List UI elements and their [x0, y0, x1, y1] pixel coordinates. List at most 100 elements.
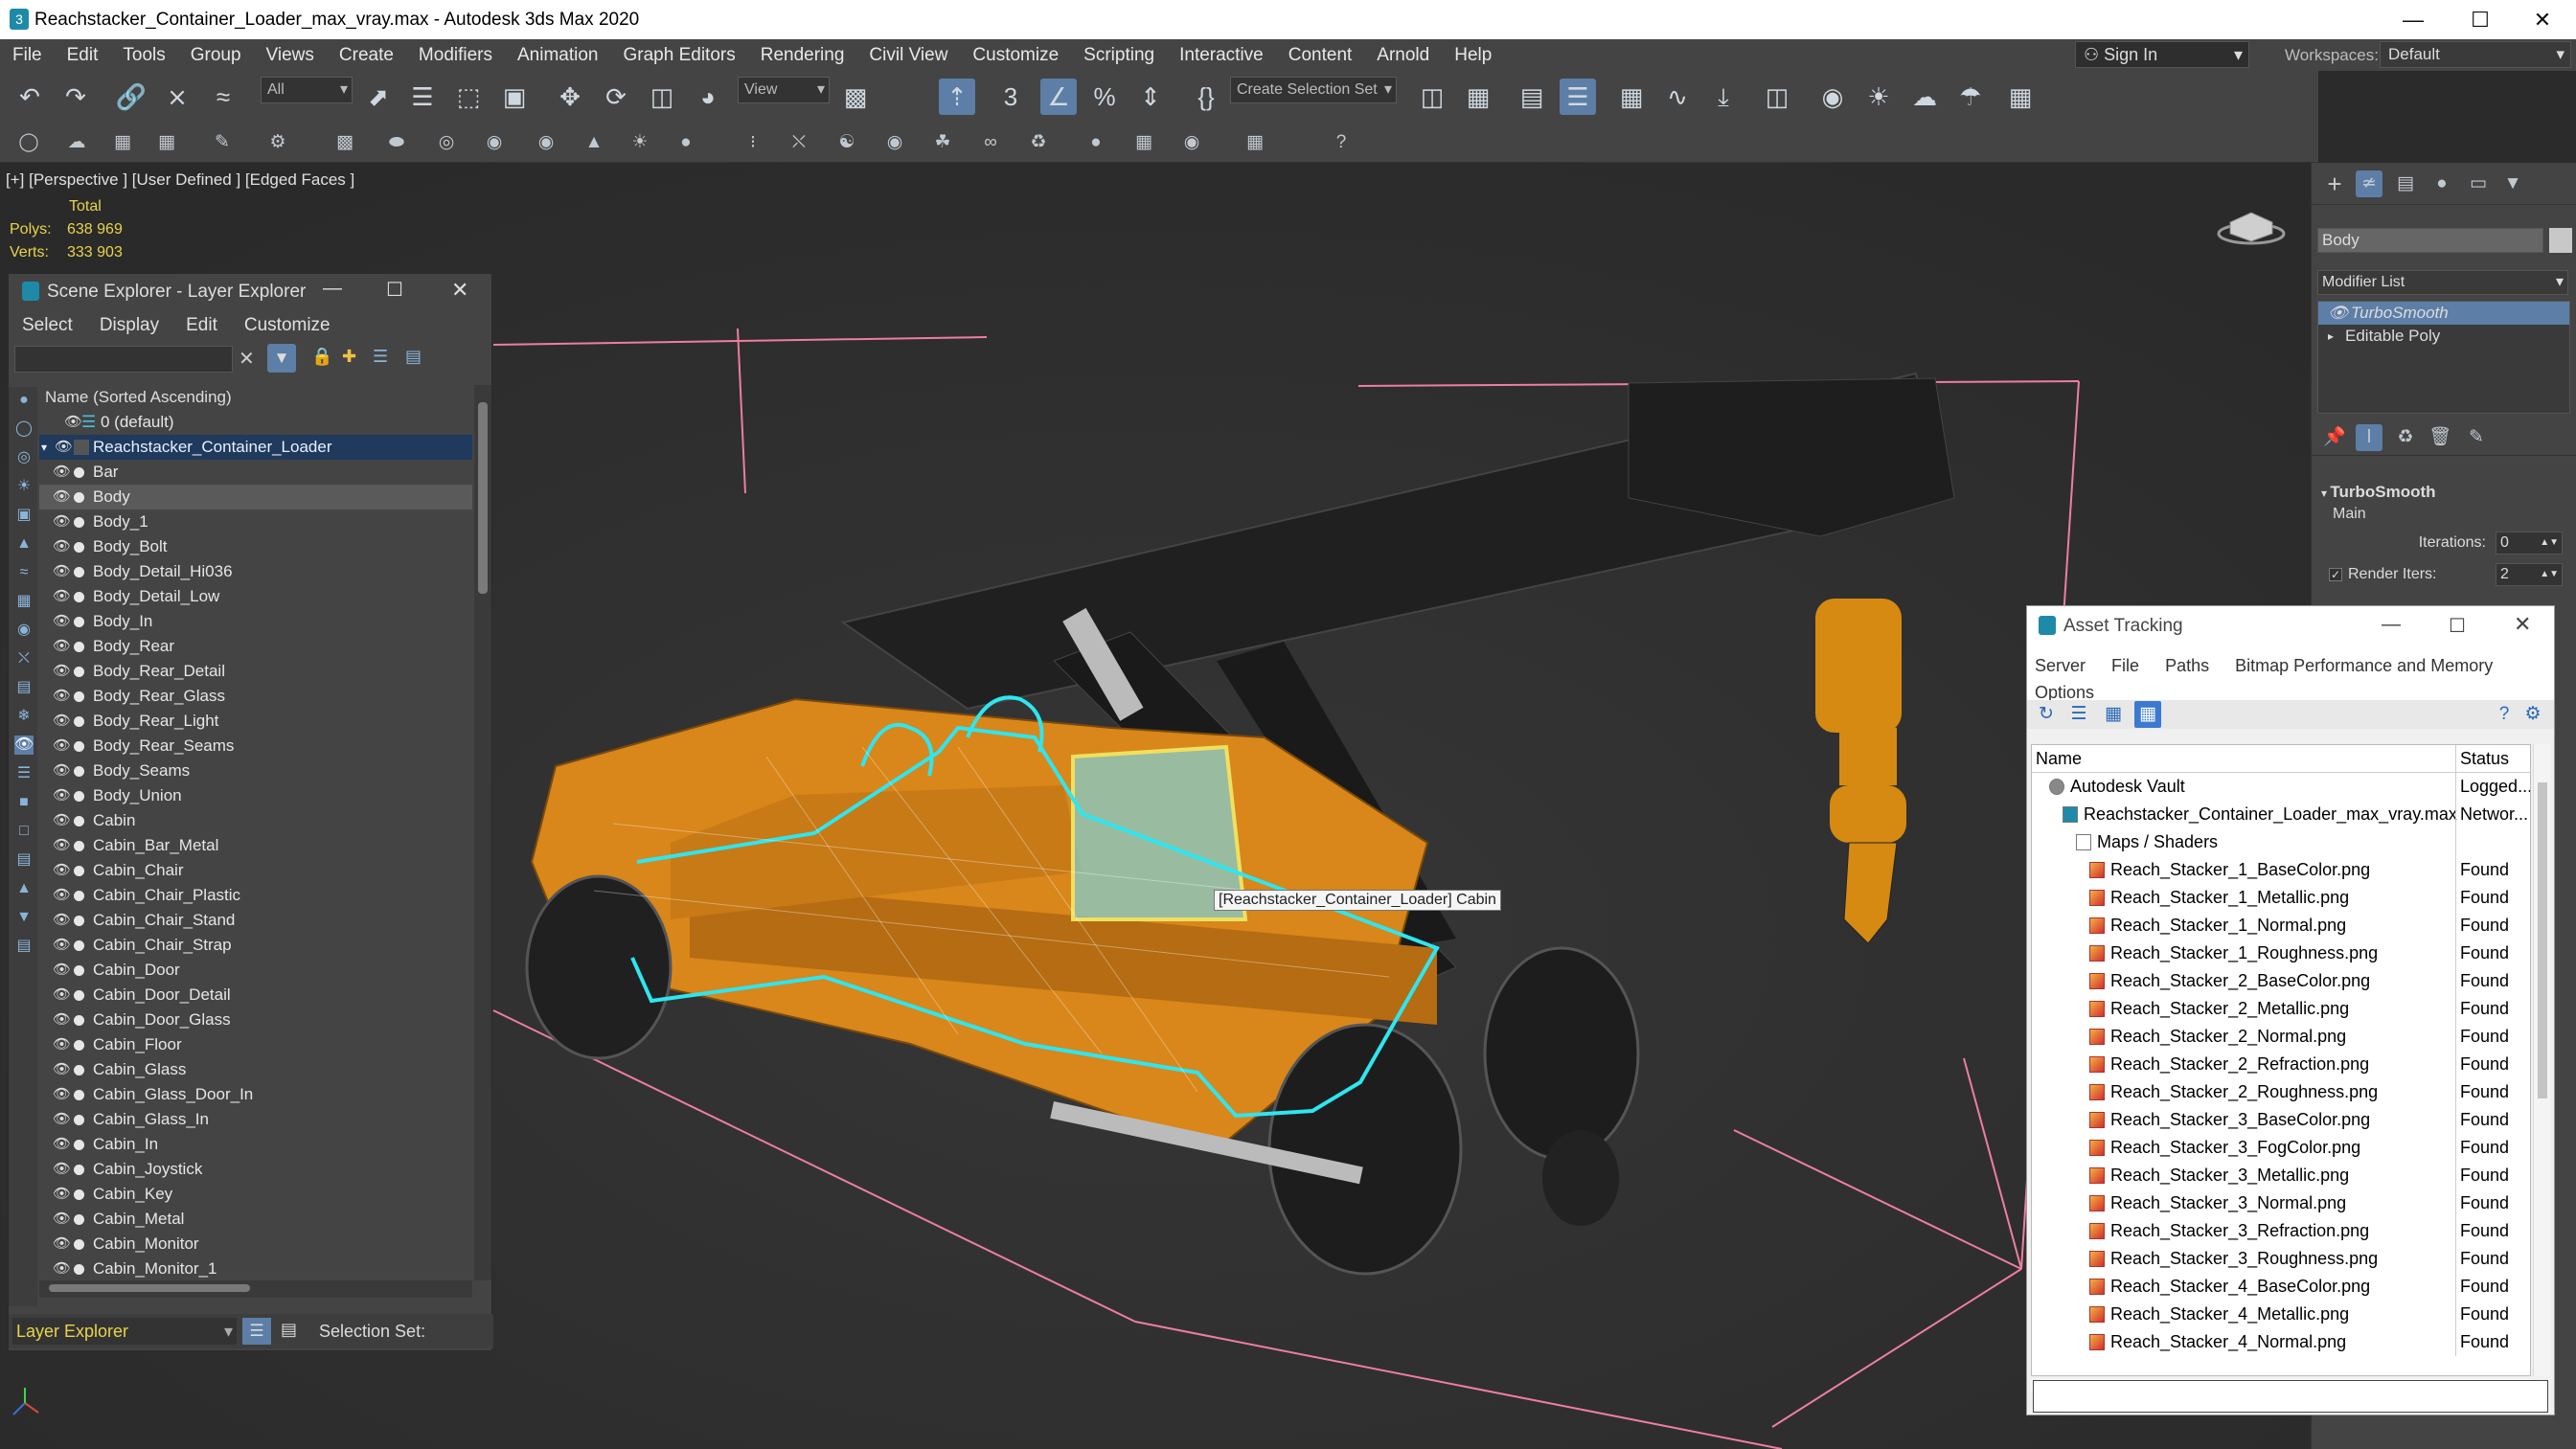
object-row[interactable]: 👁 Body: [39, 485, 472, 509]
asset-row[interactable]: Reachstacker_Container_Loader_max_vray.m…: [2032, 801, 2530, 828]
select-all-icon[interactable]: ■: [14, 793, 34, 812]
selection-set-dropdown[interactable]: Create Selection Set ▾: [1230, 77, 1397, 103]
hierarchy-tab-icon[interactable]: ▤: [2392, 170, 2419, 197]
hierarchy-icon[interactable]: ▤: [281, 1320, 297, 1340]
eye-icon[interactable]: 👁: [53, 808, 71, 833]
maximize-button[interactable]: ☐: [2449, 614, 2466, 638]
toggle-layer-explorer-icon[interactable]: ☰: [1560, 79, 1596, 115]
eye-icon[interactable]: 👁: [55, 435, 73, 460]
spinner-snap-icon[interactable]: ⇕: [1132, 79, 1169, 115]
eye-icon[interactable]: 👁: [53, 858, 71, 883]
material-editor-icon[interactable]: ◉: [1814, 79, 1851, 115]
eye-icon[interactable]: 👁: [53, 1207, 71, 1232]
create-tab-icon[interactable]: +: [2321, 170, 2348, 197]
object-row[interactable]: 👁 Cabin_Chair: [39, 858, 472, 883]
eye-icon[interactable]: 👁: [53, 584, 71, 609]
tree-view-icon[interactable]: ▦: [2134, 701, 2161, 728]
asset-row[interactable]: Maps / Shaders: [2032, 828, 2530, 856]
undo-icon[interactable]: ↶: [11, 79, 48, 115]
object-row[interactable]: 👁 Cabin_Monitor: [39, 1232, 472, 1257]
asset-row[interactable]: Autodesk Vault Logged...: [2032, 773, 2530, 801]
minimize-button[interactable]: —: [323, 278, 342, 300]
path-field[interactable]: [2033, 1380, 2548, 1413]
menu-file[interactable]: File: [2111, 656, 2139, 675]
place-icon[interactable]: ◕: [690, 79, 726, 115]
viewport-label[interactable]: [+] [Perspective ] [User Defined ] [Edge…: [6, 170, 354, 190]
reference-coord-dropdown[interactable]: View ▾: [738, 77, 830, 103]
eye-icon[interactable]: 👁: [53, 883, 71, 908]
asset-row[interactable]: Reach_Stacker_1_BaseColor.png Found: [2032, 856, 2530, 884]
biped-icon[interactable]: ☯: [833, 129, 860, 156]
eye-icon[interactable]: 👁: [53, 559, 71, 584]
maximize-button[interactable]: ☐: [2447, 0, 2514, 39]
display-list-icon[interactable]: ☰: [14, 764, 34, 783]
object-row[interactable]: 👁 Body_In: [39, 609, 472, 634]
layer-row-default[interactable]: 👁 ☰ 0 (default): [39, 410, 472, 435]
eye-icon[interactable]: 👁: [53, 983, 71, 1008]
asset-row[interactable]: Reach_Stacker_2_Metallic.png Found: [2032, 995, 2530, 1023]
select-object-icon[interactable]: ⬈: [360, 79, 397, 115]
object-row[interactable]: 👁 Cabin_Door: [39, 958, 472, 983]
percent-snap-icon[interactable]: %: [1086, 79, 1123, 115]
align-icon[interactable]: ▦: [1460, 79, 1496, 115]
object-row[interactable]: 👁 Body_Rear_Glass: [39, 684, 472, 709]
expand-arrow-icon[interactable]: ▸: [2328, 325, 2334, 348]
eye-icon[interactable]: 👁: [53, 908, 71, 933]
asset-tracking-titlebar[interactable]: Asset Tracking — ☐ ✕: [2027, 606, 2554, 646]
bones-filter-icon[interactable]: ⛌: [14, 649, 34, 668]
render-iters-checkbox[interactable]: ✓: [2329, 568, 2342, 581]
grid-icon[interactable]: ▦: [153, 129, 180, 156]
eye-icon[interactable]: 👁: [53, 1057, 71, 1082]
menu-content[interactable]: Content: [1276, 45, 1365, 66]
geometry-filter-icon[interactable]: ◯: [14, 419, 34, 439]
eye-icon[interactable]: 👁: [53, 709, 71, 734]
object-row[interactable]: 👁 Cabin_Chair_Plastic: [39, 883, 472, 908]
eye-icon[interactable]: 👁: [53, 758, 71, 783]
help-icon[interactable]: ?: [1328, 129, 1355, 156]
eye-icon[interactable]: 👁: [53, 1082, 71, 1107]
object-row[interactable]: 👁 Cabin_Metal: [39, 1207, 472, 1232]
asset-row[interactable]: Reach_Stacker_3_Metallic.png Found: [2032, 1162, 2530, 1189]
menu-tools[interactable]: Tools: [110, 45, 177, 66]
modifier-list-dropdown[interactable]: Modifier List ▾: [2317, 270, 2568, 295]
teapot-icon[interactable]: ◯: [15, 129, 42, 156]
eye-icon[interactable]: 👁: [53, 1032, 71, 1057]
object-row[interactable]: 👁 Body_Bolt: [39, 534, 472, 559]
object-row[interactable]: 👁 Body_Rear: [39, 634, 472, 659]
eye-icon[interactable]: 👁: [53, 634, 71, 659]
hierarchy-icon[interactable]: ▤: [405, 347, 422, 367]
lock-icon[interactable]: 🔒: [311, 347, 332, 367]
object-row[interactable]: 👁 Cabin_Glass: [39, 1057, 472, 1082]
object-color-swatch[interactable]: [2549, 228, 2572, 253]
eye-icon[interactable]: 👁: [53, 1182, 71, 1207]
toggle-ribbon-icon[interactable]: ▦: [1613, 79, 1650, 115]
menu-group[interactable]: Group: [178, 45, 254, 66]
spinner-arrows-icon[interactable]: ▲▼: [2540, 532, 2559, 554]
move-icon[interactable]: ✥: [552, 79, 588, 115]
eye-icon[interactable]: 👁: [53, 1008, 71, 1032]
object-row[interactable]: 👁 Cabin_Chair_Stand: [39, 908, 472, 933]
display-tab-icon[interactable]: ▭: [2465, 170, 2492, 197]
menu-create[interactable]: Create: [327, 45, 406, 66]
asset-row[interactable]: Reach_Stacker_1_Roughness.png Found: [2032, 940, 2530, 967]
helpers-filter-icon[interactable]: ▲: [14, 534, 34, 554]
spinner-arrows-icon[interactable]: ▲▼: [2540, 564, 2559, 585]
redo-icon[interactable]: ↷: [57, 79, 94, 115]
asset-row[interactable]: Reach_Stacker_4_BaseColor.png Found: [2032, 1273, 2530, 1301]
refresh-icon[interactable]: ↻: [2033, 701, 2060, 728]
object-row[interactable]: 👁 Body_Detail_Hi036: [39, 559, 472, 584]
settings-icon[interactable]: ⚙: [2519, 701, 2546, 728]
menu-views[interactable]: Views: [254, 45, 327, 66]
render-setup-icon[interactable]: ☀: [1860, 79, 1897, 115]
object-row[interactable]: 👁 Body_Rear_Detail: [39, 659, 472, 684]
plant-icon[interactable]: ☘: [929, 129, 956, 156]
modify-tab-icon[interactable]: ≄: [2356, 170, 2382, 197]
shape-icon[interactable]: ☁: [63, 129, 90, 156]
shapes-filter-icon[interactable]: ◎: [14, 448, 34, 467]
object-row[interactable]: 👁 Cabin_Glass_In: [39, 1107, 472, 1132]
maximize-button[interactable]: ☐: [386, 278, 403, 302]
object-row[interactable]: 👁 Cabin_Door_Glass: [39, 1008, 472, 1032]
pivot-center-icon[interactable]: ▩: [837, 79, 874, 115]
list-view-icon[interactable]: ☰: [2065, 701, 2092, 728]
asset-row[interactable]: Reach_Stacker_2_BaseColor.png Found: [2032, 967, 2530, 995]
